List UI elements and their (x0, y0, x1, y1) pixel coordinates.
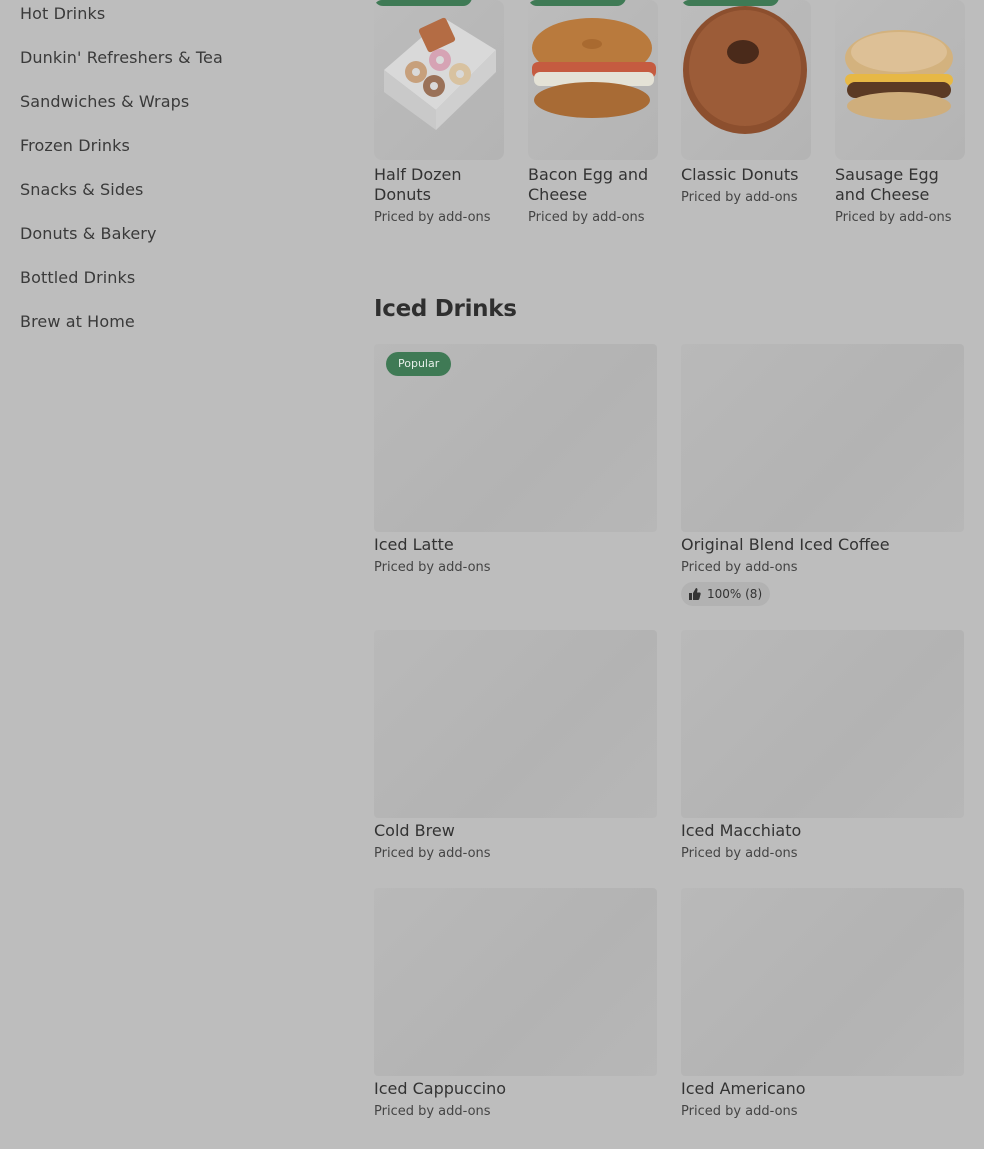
featured-item-price: Priced by add-ons (835, 210, 952, 225)
section-title: Iced Drinks (374, 296, 517, 322)
product-name[interactable]: Iced Cappuccino (374, 1079, 506, 1099)
featured-item-price: Priced by add-ons (374, 210, 491, 225)
sidebar-item-donuts-bakery[interactable]: Donuts & Bakery (20, 224, 157, 243)
sidebar-item-sandwiches-wraps[interactable]: Sandwiches & Wraps (20, 92, 189, 111)
rating-badge: 100% (8) (681, 582, 771, 606)
product-name[interactable]: Iced Americano (681, 1079, 806, 1099)
muffin-sandwich-icon (845, 30, 953, 120)
product-price: Priced by add-ons (681, 560, 798, 575)
donut-box-icon (384, 17, 496, 130)
product-image[interactable] (681, 888, 964, 1076)
featured-item-image[interactable] (374, 0, 504, 160)
featured-item-image[interactable] (528, 0, 658, 160)
product-name[interactable]: Iced Latte (374, 535, 454, 555)
product-price: Priced by add-ons (681, 1104, 798, 1119)
product-name[interactable]: Iced Macchiato (681, 821, 801, 841)
featured-item-image[interactable] (681, 0, 811, 160)
badge (681, 0, 779, 6)
product-price: Priced by add-ons (374, 560, 491, 575)
bagel-sandwich-icon (532, 18, 656, 118)
product-price: Priced by add-ons (374, 846, 491, 861)
product-image[interactable] (374, 630, 657, 818)
product-name[interactable]: Cold Brew (374, 821, 455, 841)
sidebar-item-frozen-drinks[interactable]: Frozen Drinks (20, 136, 130, 155)
featured-item-name[interactable]: Classic Donuts (681, 165, 811, 185)
sidebar-item-refreshers-tea[interactable]: Dunkin' Refreshers & Tea (20, 48, 223, 67)
sidebar-item-hot-drinks[interactable]: Hot Drinks (20, 4, 105, 23)
product-image[interactable] (681, 344, 964, 532)
featured-item-name[interactable]: Sausage Egg and Cheese (835, 165, 965, 205)
badge (374, 0, 472, 6)
product-image[interactable] (374, 888, 657, 1076)
thumbs-up-icon (689, 588, 701, 600)
product-price: Priced by add-ons (374, 1104, 491, 1119)
product-name[interactable]: Original Blend Iced Coffee (681, 535, 890, 555)
featured-item-price: Priced by add-ons (528, 210, 645, 225)
sidebar-item-snacks-sides[interactable]: Snacks & Sides (20, 180, 144, 199)
featured-item-price: Priced by add-ons (681, 190, 798, 205)
featured-item-name[interactable]: Bacon Egg and Cheese (528, 165, 658, 205)
product-image[interactable]: Popular (374, 344, 657, 532)
product-image[interactable] (681, 630, 964, 818)
popular-badge: Popular (386, 352, 452, 376)
rating-text: 100% (8) (707, 587, 763, 601)
featured-item-name[interactable]: Half Dozen Donuts (374, 165, 504, 205)
sidebar-item-brew-at-home[interactable]: Brew at Home (20, 312, 135, 331)
donut-icon (683, 6, 807, 134)
product-price: Priced by add-ons (681, 846, 798, 861)
featured-item-image[interactable] (835, 0, 965, 160)
badge (528, 0, 626, 6)
sidebar-item-bottled-drinks[interactable]: Bottled Drinks (20, 268, 135, 287)
